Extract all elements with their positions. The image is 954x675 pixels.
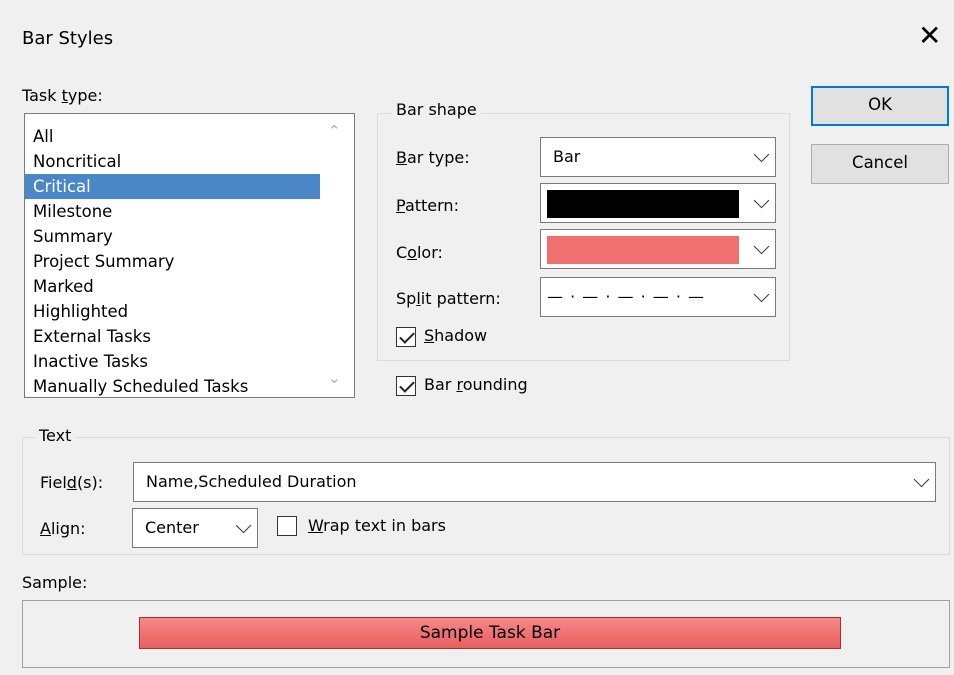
listbox-scrollbar[interactable]: ⌃ ⌄ bbox=[322, 114, 354, 397]
list-item[interactable]: Milestone bbox=[25, 199, 320, 224]
checkmark-icon bbox=[399, 328, 415, 344]
align-dropdown[interactable]: Center bbox=[132, 508, 258, 548]
chevron-down-icon bbox=[753, 286, 770, 303]
wrap-text-label: Wrap text in bars bbox=[308, 516, 446, 535]
fields-label: Field(s): bbox=[40, 473, 104, 492]
close-icon[interactable]: ✕ bbox=[918, 22, 941, 50]
align-label: Align: bbox=[40, 519, 86, 538]
text-group-label: Text bbox=[35, 426, 76, 445]
cancel-button[interactable]: Cancel bbox=[811, 144, 949, 184]
sample-label: Sample: bbox=[22, 573, 88, 592]
shadow-label: Shadow bbox=[424, 326, 488, 345]
chevron-down-icon bbox=[753, 192, 770, 209]
task-type-list: All Noncritical Critical Milestone Summary Pr… bbox=[25, 124, 320, 397]
color-swatch bbox=[547, 236, 739, 264]
list-item[interactable]: All bbox=[25, 124, 320, 149]
checkmark-icon bbox=[399, 377, 415, 393]
pattern-label: Pattern: bbox=[396, 196, 459, 215]
bar-rounding-label: Bar rounding bbox=[424, 375, 528, 394]
bar-rounding-checkbox[interactable] bbox=[396, 376, 416, 396]
bar-type-dropdown[interactable]: Bar bbox=[540, 137, 776, 177]
scroll-up-icon[interactable]: ⌃ bbox=[328, 122, 341, 140]
color-dropdown[interactable] bbox=[540, 229, 776, 269]
align-value: Center bbox=[145, 518, 199, 537]
list-item[interactable]: Marked bbox=[25, 274, 320, 299]
scroll-down-icon[interactable]: ⌄ bbox=[328, 369, 341, 387]
list-item[interactable]: Noncritical bbox=[25, 149, 320, 174]
chevron-down-icon bbox=[913, 471, 930, 488]
task-type-listbox[interactable]: All Noncritical Critical Milestone Summary Pr… bbox=[24, 113, 355, 398]
list-item[interactable]: Summary bbox=[25, 224, 320, 249]
sample-task-bar: Sample Task Bar bbox=[139, 617, 841, 649]
list-item[interactable]: Project Summary bbox=[25, 249, 320, 274]
chevron-down-icon bbox=[235, 517, 252, 534]
task-type-label: Task type: bbox=[22, 86, 103, 105]
color-label: Color: bbox=[396, 243, 443, 262]
list-item[interactable]: External Tasks bbox=[25, 324, 320, 349]
pattern-dropdown[interactable] bbox=[540, 183, 776, 223]
split-pattern-value: — · — · — · — · — bbox=[547, 287, 706, 306]
wrap-text-checkbox[interactable] bbox=[277, 516, 297, 536]
dialog-title: Bar Styles bbox=[22, 28, 114, 49]
split-pattern-dropdown[interactable]: — · — · — · — · — bbox=[540, 277, 776, 317]
ok-button[interactable]: OK bbox=[811, 86, 949, 126]
list-item[interactable]: Critical bbox=[25, 174, 320, 199]
sample-box: Sample Task Bar bbox=[22, 600, 950, 668]
fields-dropdown[interactable]: Name,Scheduled Duration bbox=[133, 462, 936, 502]
fields-value: Name,Scheduled Duration bbox=[146, 472, 357, 491]
shadow-checkbox[interactable] bbox=[396, 327, 416, 347]
chevron-down-icon bbox=[753, 146, 770, 163]
chevron-down-icon bbox=[753, 238, 770, 255]
bar-type-value: Bar bbox=[553, 147, 581, 166]
list-item[interactable]: Manually Scheduled Tasks bbox=[25, 374, 320, 397]
split-pattern-label: Split pattern: bbox=[396, 289, 501, 308]
bar-shape-group-label: Bar shape bbox=[392, 100, 481, 119]
pattern-swatch bbox=[547, 190, 739, 218]
list-item[interactable]: Inactive Tasks bbox=[25, 349, 320, 374]
list-item[interactable]: Highlighted bbox=[25, 299, 320, 324]
bar-type-label: Bar type: bbox=[396, 148, 470, 167]
